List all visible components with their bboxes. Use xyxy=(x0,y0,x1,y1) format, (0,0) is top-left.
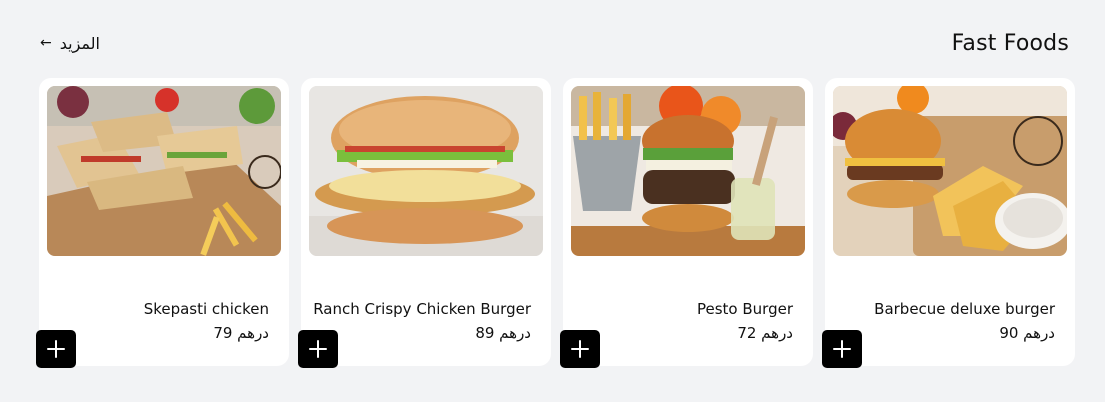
product-price: 79 درهم xyxy=(213,324,269,342)
product-price: 89 درهم xyxy=(475,324,531,342)
product-image xyxy=(47,86,281,256)
product-name: Barbecue deluxe burger xyxy=(874,300,1055,318)
plus-icon xyxy=(47,340,65,358)
product-card[interactable]: Skepasti chicken 79 درهم xyxy=(36,78,289,368)
plus-icon xyxy=(571,340,589,358)
product-image xyxy=(309,86,543,256)
product-image xyxy=(833,86,1067,256)
add-to-cart-button[interactable] xyxy=(298,330,338,368)
product-card[interactable]: Ranch Crispy Chicken Burger 89 درهم xyxy=(298,78,551,368)
add-to-cart-button[interactable] xyxy=(822,330,862,368)
product-price: 72 درهم xyxy=(737,324,793,342)
product-name: Skepasti chicken xyxy=(143,300,269,318)
add-to-cart-button[interactable] xyxy=(560,330,600,368)
plus-icon xyxy=(309,340,327,358)
more-link[interactable]: ← المزيد xyxy=(40,34,100,53)
product-name: Ranch Crispy Chicken Burger xyxy=(313,300,531,318)
product-image xyxy=(571,86,805,256)
arrow-left-icon: ← xyxy=(40,35,52,51)
product-price: 90 درهم xyxy=(999,324,1055,342)
more-label: المزيد xyxy=(59,33,100,53)
product-list: Barbecue deluxe burger 90 درهم Pesto Bur… xyxy=(36,78,1075,368)
product-card[interactable]: Pesto Burger 72 درهم xyxy=(560,78,813,368)
product-name: Pesto Burger xyxy=(697,300,793,318)
plus-icon xyxy=(833,340,851,358)
add-to-cart-button[interactable] xyxy=(36,330,76,368)
section-header: ← المزيد Fast Foods xyxy=(40,26,1069,60)
section-title: Fast Foods xyxy=(951,30,1069,56)
product-card[interactable]: Barbecue deluxe burger 90 درهم xyxy=(822,78,1075,368)
